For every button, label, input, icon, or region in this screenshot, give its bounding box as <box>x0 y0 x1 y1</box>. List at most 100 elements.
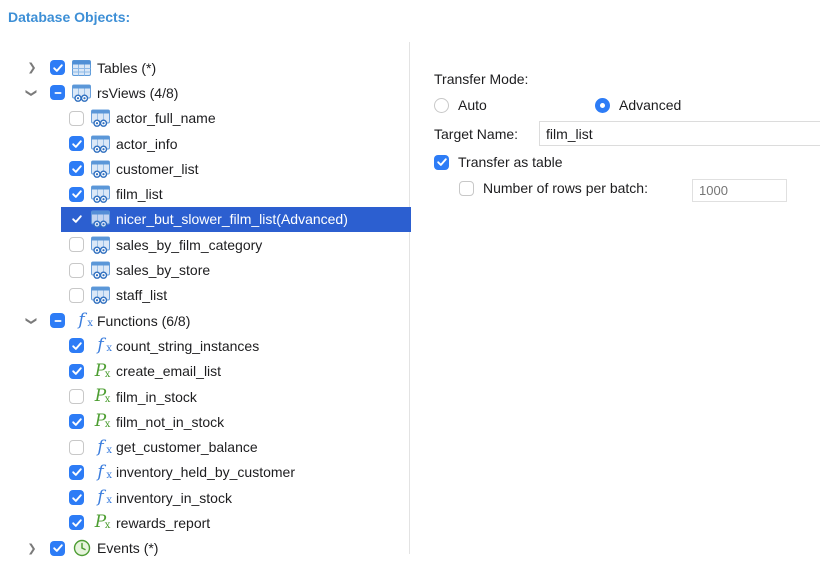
view-item[interactable]: actor_info <box>0 131 409 156</box>
item-checkbox[interactable] <box>69 287 84 303</box>
object-tree: ❯ Tables (*) ❯ rsViews (4/8) actor_full_… <box>0 55 411 561</box>
section-title: Database Objects: <box>8 9 131 25</box>
rows-per-batch-input[interactable] <box>692 179 787 202</box>
function-item[interactable]: fx inventory_held_by_customer <box>0 460 409 485</box>
function-item[interactable]: Px film_in_stock <box>0 384 409 409</box>
function-icon: fx <box>97 487 112 508</box>
view-icon <box>72 84 91 102</box>
item-checkbox[interactable] <box>69 338 84 354</box>
item-checkbox[interactable] <box>69 237 84 253</box>
radio-auto-button[interactable] <box>434 97 449 113</box>
view-item-label: staff_list <box>116 287 168 304</box>
chevron-down-icon[interactable]: ❯ <box>26 87 38 99</box>
view-item[interactable]: film_list <box>0 181 409 206</box>
radio-advanced-button[interactable] <box>595 97 610 113</box>
rows-per-batch-label: Number of rows per batch: <box>483 180 648 196</box>
view-item[interactable]: customer_list <box>0 156 409 181</box>
target-name-label: Target Name: <box>434 126 519 142</box>
view-item[interactable]: sales_by_film_category <box>0 232 409 257</box>
item-checkbox[interactable] <box>69 136 84 152</box>
item-checkbox[interactable] <box>69 363 84 379</box>
view-item[interactable]: sales_by_store <box>0 257 409 282</box>
view-item-label: film_list <box>116 186 163 203</box>
pane-divider[interactable] <box>409 42 410 554</box>
view-icon <box>91 261 110 279</box>
procedure-icon: Px <box>94 411 111 432</box>
radio-auto[interactable]: Auto <box>434 97 487 113</box>
tables-checkbox[interactable] <box>50 60 65 76</box>
item-checkbox[interactable] <box>69 186 84 202</box>
tree-node-label: Functions (6/8) <box>97 312 191 329</box>
view-item[interactable]: staff_list <box>0 283 409 308</box>
function-item-label: inventory_held_by_customer <box>116 464 295 481</box>
view-icon <box>91 135 110 153</box>
function-item-label: create_email_list <box>116 363 222 380</box>
view-icon <box>91 210 110 228</box>
item-checkbox[interactable] <box>69 490 84 506</box>
item-checkbox[interactable] <box>69 212 84 227</box>
function-item-label: rewards_report <box>116 514 211 531</box>
tree-node-events[interactable]: ❯ Events (*) <box>0 536 409 561</box>
view-item-label: actor_full_name <box>116 110 216 127</box>
view-icon <box>91 109 110 127</box>
item-checkbox[interactable] <box>69 515 84 531</box>
function-icon: fx <box>97 461 112 482</box>
view-icon <box>91 286 110 304</box>
item-checkbox[interactable] <box>69 464 84 480</box>
view-icon <box>91 160 110 178</box>
rows-per-batch-checkbox[interactable] <box>459 180 474 196</box>
transfer-mode-label: Transfer Mode: <box>434 71 529 87</box>
function-item-label: film_not_in_stock <box>116 413 225 430</box>
views-checkbox[interactable] <box>50 85 65 101</box>
tree-node-functions[interactable]: ❯ fx Functions (6/8) <box>0 308 409 333</box>
radio-auto-label: Auto <box>458 97 487 113</box>
function-item[interactable]: fx count_string_instances <box>0 333 409 358</box>
transfer-as-table-option[interactable]: Transfer as table <box>434 154 563 170</box>
view-icon <box>91 236 110 254</box>
functions-checkbox[interactable] <box>50 313 65 329</box>
function-item[interactable]: Px create_email_list <box>0 359 409 384</box>
function-item[interactable]: Px film_not_in_stock <box>0 409 409 434</box>
radio-advanced[interactable]: Advanced <box>595 97 681 113</box>
transfer-as-table-checkbox[interactable] <box>434 154 449 170</box>
view-item[interactable]: actor_full_name <box>0 106 409 131</box>
transfer-as-table-label: Transfer as table <box>458 154 563 170</box>
view-item-label: actor_info <box>116 135 178 152</box>
function-item-label: count_string_instances <box>116 337 260 354</box>
function-item-label: inventory_in_stock <box>116 489 232 506</box>
view-item-label: customer_list <box>116 160 199 177</box>
procedure-icon: Px <box>94 360 111 381</box>
procedure-icon: Px <box>94 386 111 406</box>
view-icon <box>91 185 110 203</box>
item-checkbox[interactable] <box>69 161 84 177</box>
function-item[interactable]: Px rewards_report <box>0 510 409 535</box>
function-icon: fx <box>97 335 112 356</box>
target-name-input[interactable] <box>539 121 820 146</box>
item-checkbox[interactable] <box>69 439 84 455</box>
chevron-right-icon[interactable]: ❯ <box>26 542 38 555</box>
view-item-selected[interactable]: nicer_but_slower_film_list(Advanced) <box>61 206 411 233</box>
table-icon <box>72 59 91 77</box>
tree-node-label: rsViews (4/8) <box>97 84 179 101</box>
function-item[interactable]: fx inventory_in_stock <box>0 485 409 510</box>
function-icon: fx <box>97 436 112 457</box>
item-checkbox[interactable] <box>69 414 84 430</box>
view-item-label: sales_by_store <box>116 262 211 279</box>
function-item[interactable]: fx get_customer_balance <box>0 434 409 459</box>
clock-icon <box>72 539 91 557</box>
item-checkbox[interactable] <box>69 110 84 126</box>
tree-node-tables[interactable]: ❯ Tables (*) <box>0 55 409 80</box>
function-item-label: get_customer_balance <box>116 439 258 456</box>
function-icon: fx <box>78 310 93 331</box>
view-item-label: nicer_but_slower_film_list(Advanced) <box>116 211 348 228</box>
chevron-down-icon[interactable]: ❯ <box>26 315 38 327</box>
item-checkbox[interactable] <box>69 389 84 404</box>
procedure-icon: Px <box>94 512 111 533</box>
rows-per-batch-option[interactable]: Number of rows per batch: <box>459 180 648 196</box>
item-checkbox[interactable] <box>69 262 84 278</box>
chevron-right-icon[interactable]: ❯ <box>26 62 38 74</box>
tree-node-views[interactable]: ❯ rsViews (4/8) <box>0 80 409 105</box>
radio-advanced-label: Advanced <box>619 97 682 113</box>
tree-node-label: Tables (*) <box>97 59 157 76</box>
function-item-label: film_in_stock <box>116 388 197 405</box>
